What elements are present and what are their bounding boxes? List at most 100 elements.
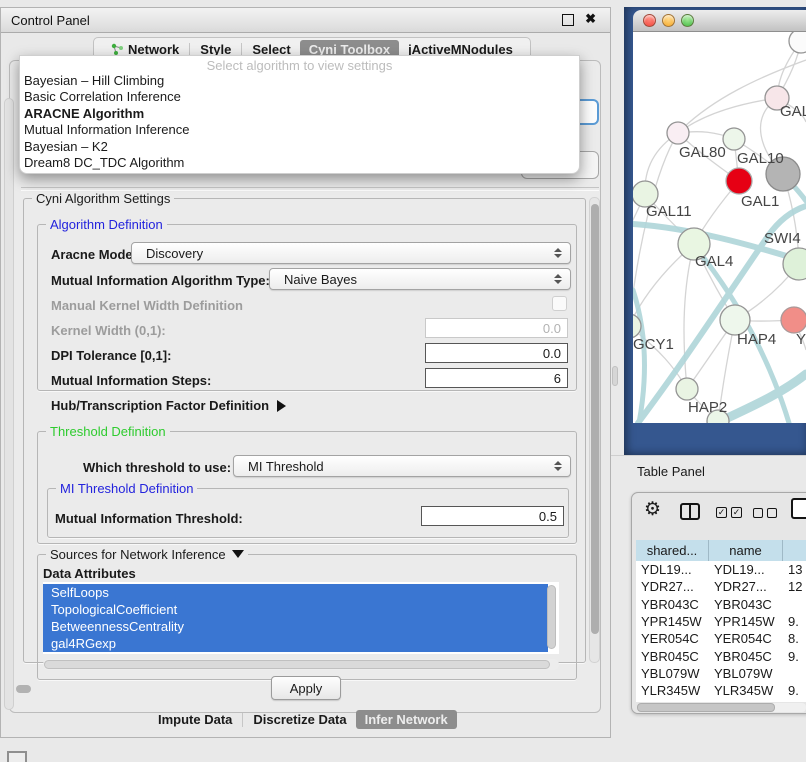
close-traffic-light-icon[interactable] (643, 14, 656, 27)
node-label: GAL80 (679, 144, 726, 161)
column-header-name[interactable]: name (709, 540, 783, 561)
scrollbar-thumb[interactable] (637, 703, 775, 712)
popup-item-mutual-information[interactable]: Mutual Information Inference (20, 122, 579, 138)
popup-item-bayesian-hill-climbing[interactable]: Bayesian – Hill Climbing (20, 73, 579, 89)
cell: YBL079W (709, 666, 783, 681)
aracne-mode-combobox[interactable]: Discovery (131, 242, 571, 264)
group-title: Algorithm Definition (46, 217, 167, 232)
apply-button[interactable]: Apply (271, 676, 341, 700)
deselect-all-icon-2[interactable] (767, 508, 777, 518)
table-row[interactable]: YIL052CYIL052C9 (636, 699, 806, 702)
popup-item-aracne[interactable]: ARACNE Algorithm (20, 106, 579, 122)
table-panel-header: Table Panel (611, 455, 806, 486)
sources-toggle[interactable]: Sources for Network Inference (46, 547, 248, 562)
list-horizontal-scrollbar[interactable] (43, 659, 559, 670)
popup-item-dream8[interactable]: Dream8 DC_TDC Algorithm (20, 155, 579, 171)
gear-icon[interactable]: ⚙ (644, 500, 661, 519)
table-row[interactable]: YLR345WYLR345W9. (636, 682, 806, 699)
column-header-shared-name[interactable]: shared... (636, 540, 709, 561)
panel-split-handle[interactable] (612, 366, 618, 386)
node-label: HAP2 (688, 399, 727, 416)
node-label: SWI4 (764, 230, 801, 247)
node-label: GCY1 (633, 336, 674, 353)
mi-threshold-field[interactable]: 0.5 (421, 506, 564, 526)
settings-scrollbar-thumb[interactable] (591, 204, 599, 634)
cell: YBR043C (636, 597, 709, 612)
column-header-partial[interactable]: A (783, 540, 806, 561)
kernel-width-label: Kernel Width (0,1): (51, 323, 166, 338)
data-attributes-list[interactable]: SelfLoops TopologicalCoefficient Between… (43, 582, 559, 654)
which-threshold-label: Which threshold to use: (83, 460, 231, 475)
attribute-item[interactable]: TopologicalCoefficient (43, 601, 548, 618)
cell: 9. (783, 683, 806, 698)
table-horizontal-scrollbar[interactable] (637, 703, 806, 712)
hub-definition-toggle[interactable]: Hub/Transcription Factor Definition (51, 398, 286, 413)
minimize-traffic-light-icon[interactable] (662, 14, 675, 27)
mi-algorithm-type-combobox[interactable]: Naive Bayes (269, 268, 571, 290)
deselect-all-icon[interactable] (753, 508, 763, 518)
cell: YER054C (636, 631, 709, 646)
control-panel-title: Control Panel (11, 13, 90, 28)
node-gal80[interactable] (667, 122, 689, 144)
panel-vertical-scrollbar[interactable] (4, 98, 14, 710)
node-gal10[interactable] (723, 128, 745, 150)
dpi-tolerance-field[interactable]: 0.0 (425, 343, 568, 363)
cell: 13 (783, 562, 806, 577)
new-table-icon[interactable] (791, 498, 806, 519)
cell: YPR145W (709, 614, 783, 629)
popup-item-basic-correlation[interactable]: Basic Correlation Inference (20, 89, 579, 105)
table-row[interactable]: YBR045CYBR045C9. (636, 647, 806, 664)
algorithm-combobox-prompt: Select algorithm to view settings (20, 58, 579, 73)
scrollbar-thumb[interactable] (44, 660, 550, 669)
minimized-panel-icon[interactable] (7, 751, 27, 762)
node-salmon[interactable] (781, 307, 806, 333)
group-title: MI Threshold Definition (56, 481, 197, 496)
cell: YDR27... (636, 579, 709, 594)
close-icon[interactable]: ✖ (585, 11, 596, 27)
columns-icon[interactable] (680, 503, 700, 520)
apply-label: Apply (290, 681, 323, 696)
attribute-item[interactable]: SelfLoops (43, 584, 548, 601)
table-row[interactable]: YER054CYER054C8. (636, 630, 806, 647)
mi-threshold-label: Mutual Information Threshold: (55, 511, 243, 526)
select-all-icon[interactable]: ✓ (716, 507, 727, 518)
node-label: Y (796, 331, 806, 348)
tab-infer-network[interactable]: Infer Network (356, 710, 457, 729)
cell: 9. (783, 649, 806, 664)
data-attributes-label: Data Attributes (43, 566, 136, 581)
network-view-canvas[interactable]: GAL7 GAL80 GAL10 GAL1 GAL11 SWI4 GAL4 GC… (633, 32, 806, 423)
tab-impute-data[interactable]: Impute Data (149, 710, 241, 729)
content-scrollbar-thumb[interactable] (16, 685, 31, 693)
attribute-item[interactable]: gal4RGexp (43, 635, 548, 652)
table-row[interactable]: YDL19...YDL19...13 (636, 561, 806, 578)
node-label: HAP4 (737, 331, 776, 348)
select-all-icon-2[interactable]: ✓ (731, 507, 742, 518)
attribute-item[interactable]: BetweennessCentrality (43, 618, 548, 635)
algorithm-dropdown-popup: Select algorithm to view settings Bayesi… (19, 55, 580, 174)
control-panel-titlebar[interactable]: Control Panel ✖ (1, 8, 610, 33)
cell: YIL052C (636, 701, 709, 702)
node-swi4[interactable] (783, 248, 806, 280)
float-icon[interactable] (562, 14, 574, 26)
node-partial-top[interactable] (789, 32, 806, 53)
node-hap2[interactable] (676, 378, 698, 400)
table-row[interactable]: YBR043CYBR043C (636, 596, 806, 613)
cell: YDL19... (709, 562, 783, 577)
control-panel-window: Control Panel ✖ Network Style Select Cyn… (0, 7, 611, 738)
tab-separator (242, 713, 243, 727)
tab-discretize-data[interactable]: Discretize Data (244, 710, 355, 729)
mi-steps-field[interactable]: 6 (425, 368, 568, 388)
inference-algorithm-combobox-fragment[interactable] (577, 99, 599, 125)
list-scrollbar-thumb[interactable] (547, 585, 556, 649)
network-window-titlebar[interactable] (633, 10, 806, 32)
which-threshold-combobox[interactable]: MI Threshold (233, 455, 571, 477)
zoom-traffic-light-icon[interactable] (681, 14, 694, 27)
table-row[interactable]: YDR27...YDR27...12 (636, 578, 806, 595)
node-gal1-selected[interactable] (726, 168, 752, 194)
table-header-row: shared... name A (636, 540, 806, 562)
table-row[interactable]: YBL079WYBL079W (636, 665, 806, 682)
table-row[interactable]: YPR145WYPR145W9. (636, 613, 806, 630)
cell: YLR345W (709, 683, 783, 698)
popup-item-bayesian-k2[interactable]: Bayesian – K2 (20, 139, 579, 155)
cyni-bottom-tabbar: Impute Data Discretize Data Infer Networ… (149, 708, 457, 731)
